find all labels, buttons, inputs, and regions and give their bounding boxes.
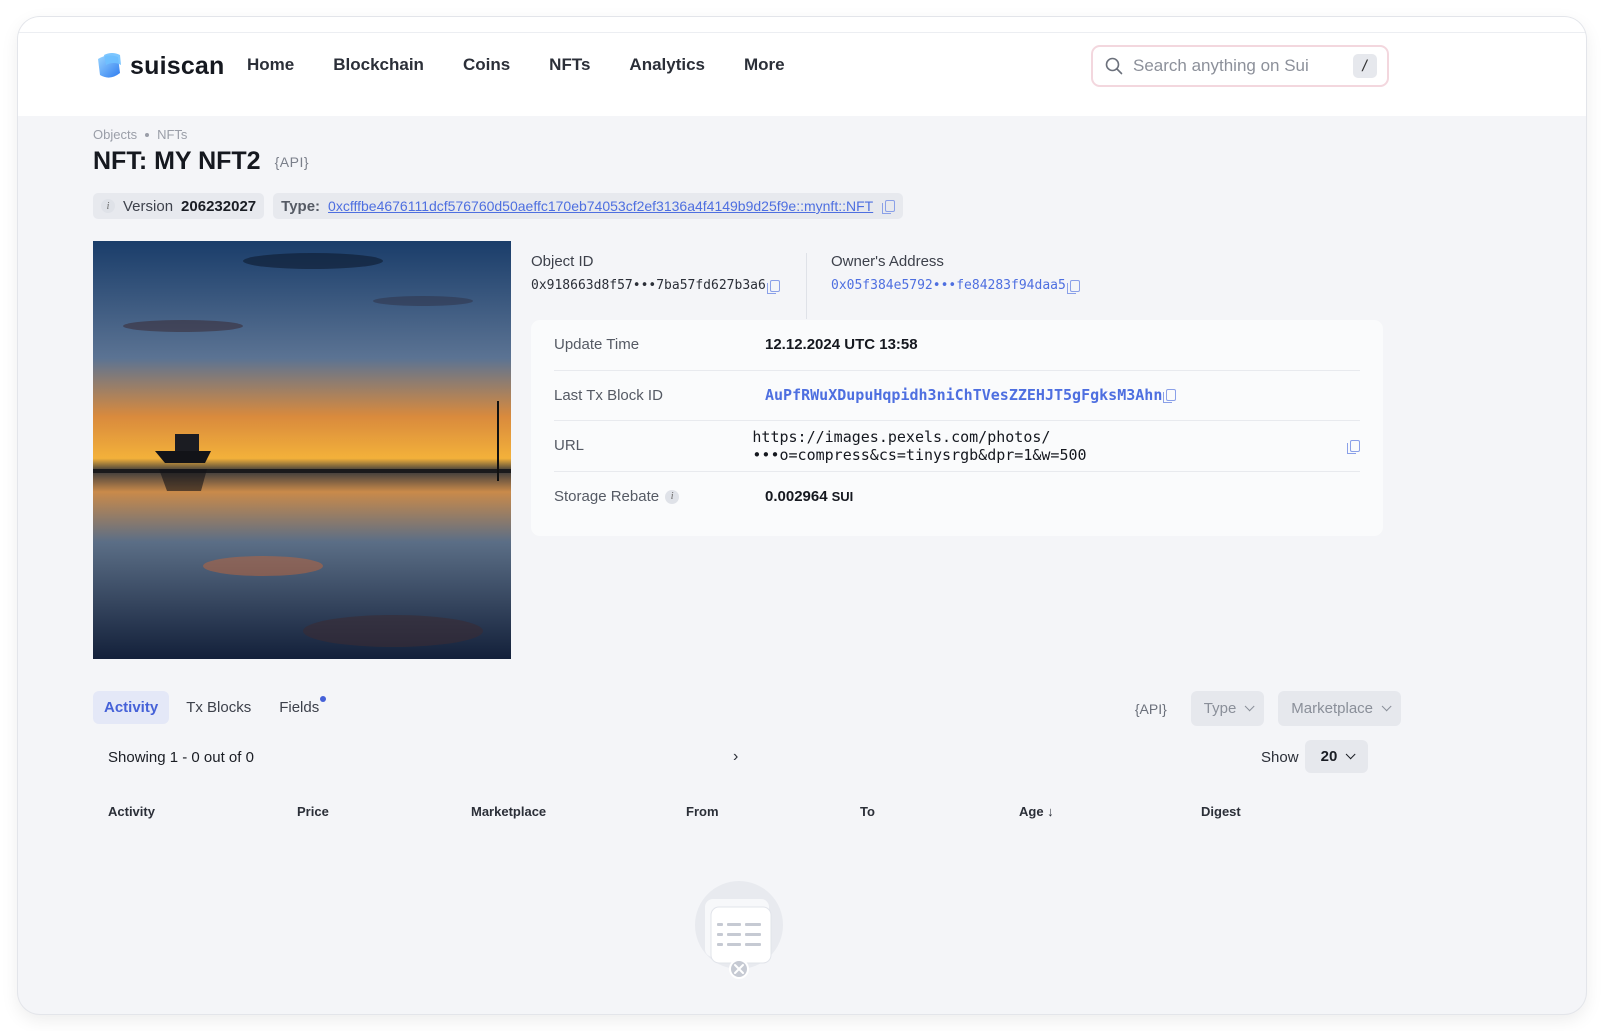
detail-row-url: URL https://images.pexels.com/photos/•••… xyxy=(554,421,1360,472)
nav-nfts[interactable]: NFTs xyxy=(549,55,590,75)
tab-tx-blocks[interactable]: Tx Blocks xyxy=(175,691,262,724)
column-price: Price xyxy=(297,804,329,819)
info-icon: i xyxy=(101,199,115,213)
tab-activity[interactable]: Activity xyxy=(93,691,170,724)
nav-blockchain[interactable]: Blockchain xyxy=(333,55,424,75)
storage-rebate-value: 0.002964 xyxy=(765,488,828,506)
marketplace-filter-dropdown[interactable]: Marketplace xyxy=(1278,691,1401,726)
api-button[interactable]: {API} xyxy=(275,154,309,170)
version-label: Version xyxy=(123,197,174,215)
copy-icon[interactable] xyxy=(766,279,780,294)
column-from: From xyxy=(686,804,719,819)
column-age[interactable]: Age ↓ xyxy=(1019,804,1054,819)
detail-row-update-time: Update Time 12.12.2024 UTC 13:58 xyxy=(554,320,1360,371)
next-page-button[interactable]: › xyxy=(733,748,738,766)
notification-dot xyxy=(320,696,327,702)
column-digest: Digest xyxy=(1201,804,1241,819)
type-chip: Type: 0xcfffbe4676111dcf576760d50aeffc17… xyxy=(273,193,904,219)
page-size-select[interactable]: 20 xyxy=(1305,740,1368,773)
table-header: Activity Price Marketplace From To Age ↓… xyxy=(93,804,1383,824)
breadcrumb-separator xyxy=(145,132,150,137)
type-label: Type: xyxy=(281,197,321,215)
object-id-block: Object ID 0x918663d8f57•••7ba57fd627b3a6 xyxy=(531,253,780,294)
detail-value: 12.12.2024 UTC 13:58 xyxy=(765,336,918,354)
search-input[interactable]: Search anything on Sui / xyxy=(1091,45,1389,87)
detail-value-row: 0.002964 SUI xyxy=(765,488,853,505)
nav-more[interactable]: More xyxy=(744,55,785,75)
type-link[interactable]: 0xcfffbe4676111dcf576760d50aeffc170eb740… xyxy=(328,198,873,214)
chevron-down-icon xyxy=(1346,749,1356,760)
owner-value-row: 0x05f384e5792•••fe84283f94daa5 xyxy=(831,278,1080,294)
site-header: suiscan Home Blockchain Coins NFTs Analy… xyxy=(18,33,1586,116)
divider xyxy=(806,253,807,319)
column-marketplace: Marketplace xyxy=(471,804,547,819)
browser-window: suiscan Home Blockchain Coins NFTs Analy… xyxy=(18,17,1586,1014)
copy-icon[interactable] xyxy=(1163,389,1177,404)
tab-bar: Activity Tx Blocks Fields xyxy=(93,691,330,724)
search-shortcut-badge: / xyxy=(1353,54,1377,78)
copy-icon[interactable] xyxy=(1066,279,1080,294)
search-placeholder: Search anything on Sui xyxy=(1133,56,1309,75)
version-chip: i Version 206232027 xyxy=(93,193,265,219)
copy-icon[interactable] xyxy=(1347,439,1360,454)
breadcrumb: Objects NFTs xyxy=(93,127,187,142)
version-value: 206232027 xyxy=(181,197,257,215)
main-nav: Home Blockchain Coins NFTs Analytics Mor… xyxy=(247,55,824,75)
type-filter-dropdown[interactable]: Type xyxy=(1190,691,1265,726)
detail-value-row: https://images.pexels.com/photos/•••o=co… xyxy=(752,428,1360,464)
detail-row-storage-rebate: Storage Rebate i 0.002964 SUI xyxy=(554,472,1360,523)
copy-icon[interactable] xyxy=(882,200,896,214)
title-row: NFT: MY NFT2 {API} xyxy=(93,147,309,176)
owner-block: Owner's Address 0x05f384e5792•••fe84283f… xyxy=(831,253,1080,294)
api-button[interactable]: {API} xyxy=(1135,701,1167,717)
owner-address-link[interactable]: 0x05f384e5792•••fe84283f94daa5 xyxy=(831,278,1066,293)
logo-text: suiscan xyxy=(130,51,225,80)
detail-label: URL xyxy=(554,437,585,455)
nft-image xyxy=(93,241,511,659)
details-panel: Update Time 12.12.2024 UTC 13:58 Last Tx… xyxy=(531,320,1383,536)
chevron-down-icon xyxy=(1244,701,1255,712)
detail-label: Storage Rebate xyxy=(554,488,660,506)
type-filter-label: Type xyxy=(1203,700,1237,717)
object-id-value-row: 0x918663d8f57•••7ba57fd627b3a6 xyxy=(531,278,780,294)
nav-coins[interactable]: Coins xyxy=(463,55,510,75)
info-icon[interactable]: i xyxy=(665,489,680,504)
object-ids: Object ID 0x918663d8f57•••7ba57fd627b3a6… xyxy=(531,253,1383,323)
tab-fields[interactable]: Fields xyxy=(268,691,330,724)
page-title: NFT: MY NFT2 xyxy=(93,147,261,175)
meta-row: i Version 206232027 Type: 0xcfffbe467611… xyxy=(93,193,904,219)
column-activity: Activity xyxy=(108,804,155,819)
filter-controls: {API} Type Marketplace xyxy=(1135,691,1401,726)
object-id-value: 0x918663d8f57•••7ba57fd627b3a6 xyxy=(531,278,766,293)
detail-label: Last Tx Block ID xyxy=(554,386,663,404)
suiscan-logo-icon xyxy=(94,51,124,81)
column-to: To xyxy=(860,804,875,819)
last-tx-link[interactable]: AuPfRWuXDupuHqpidh3niChTVesZZEHJT5gFgksM… xyxy=(765,386,1162,404)
owner-label: Owner's Address xyxy=(831,253,944,270)
nav-home[interactable]: Home xyxy=(247,55,294,75)
detail-value-row: AuPfRWuXDupuHqpidh3niChTVesZZEHJT5gFgksM… xyxy=(765,386,1177,404)
showing-count: Showing 1 - 0 out of 0 xyxy=(108,749,254,766)
marketplace-filter-label: Marketplace xyxy=(1291,700,1373,717)
suiscan-logo[interactable]: suiscan xyxy=(94,51,225,81)
breadcrumb-nfts[interactable]: NFTs xyxy=(157,127,187,142)
nav-analytics[interactable]: Analytics xyxy=(629,55,705,75)
currency-unit: SUI xyxy=(831,489,854,505)
object-id-label: Object ID xyxy=(531,253,594,270)
url-value: https://images.pexels.com/photos/•••o=co… xyxy=(752,427,1087,464)
tab-fields-label: Fields xyxy=(279,699,320,716)
chevron-down-icon xyxy=(1381,701,1392,712)
page-size-value: 20 xyxy=(1320,748,1338,765)
search-icon xyxy=(1105,57,1123,75)
breadcrumb-objects[interactable]: Objects xyxy=(93,127,137,142)
empty-state-icon xyxy=(695,881,783,981)
detail-label: Update Time xyxy=(554,336,640,354)
show-label: Show xyxy=(1261,749,1299,766)
detail-label-row: Storage Rebate i xyxy=(554,488,765,505)
pager-row: Showing 1 - 0 out of 0 › Show 20 xyxy=(93,740,1383,774)
detail-row-last-tx: Last Tx Block ID AuPfRWuXDupuHqpidh3niCh… xyxy=(554,371,1360,421)
window-top-strip xyxy=(18,17,1586,33)
